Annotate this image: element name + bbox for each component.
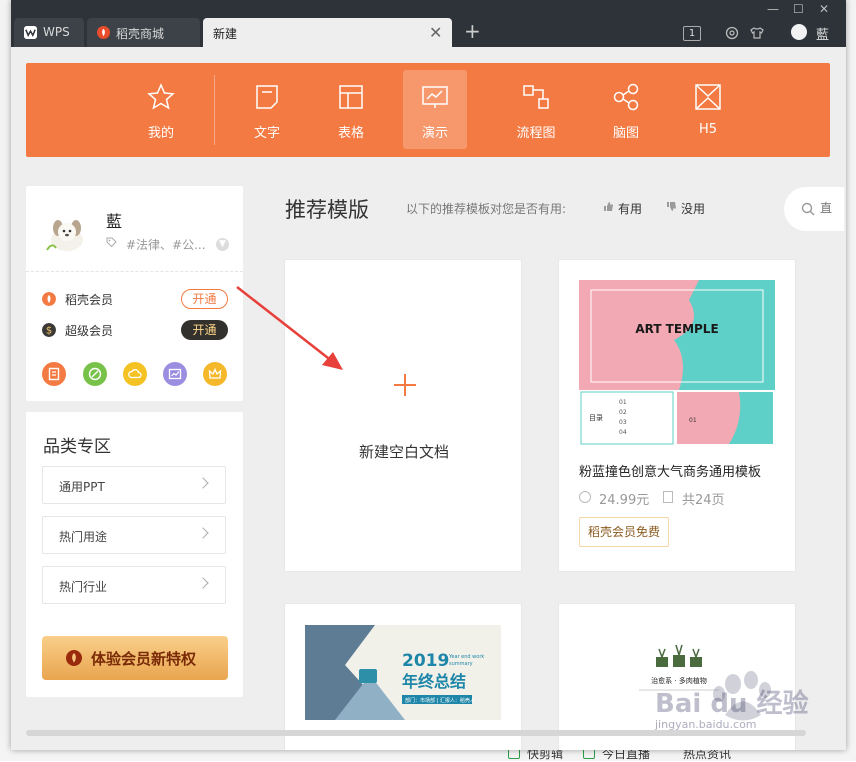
watermark: Bai du 经验 jingyan.baidu.com bbox=[654, 660, 815, 734]
watermark-url: jingyan.baidu.com bbox=[655, 718, 757, 730]
baidu-paw-icon: Bai du 经验 jingyan.baidu.com bbox=[654, 671, 809, 731]
annotation-arrow bbox=[236, 286, 343, 370]
watermark-logo: Bai du 经验 bbox=[655, 688, 809, 719]
